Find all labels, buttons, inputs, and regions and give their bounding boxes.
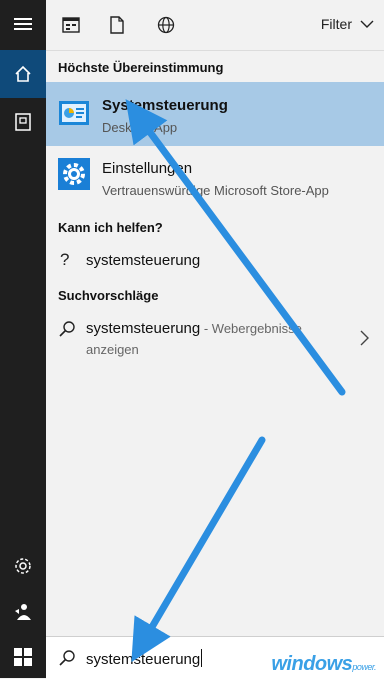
question-mark-icon: ? <box>60 250 70 269</box>
filter-button[interactable]: Filter <box>321 16 374 32</box>
filter-label: Filter <box>320 16 352 32</box>
home-button[interactable] <box>0 50 46 98</box>
help-item-label: systemsteuerung <box>86 252 201 269</box>
document-icon <box>110 16 124 34</box>
windows-logo-icon <box>14 648 32 666</box>
best-match-heading: Höchste Übereinstimmung <box>58 60 224 75</box>
suggestion-query: systemsteuerung <box>86 320 201 337</box>
scope-documents-button[interactable] <box>105 13 129 37</box>
search-icon <box>59 650 75 666</box>
start-button[interactable] <box>0 636 46 678</box>
watermark-main: windows <box>271 653 353 675</box>
help-item[interactable]: ? systemsteuerung <box>46 244 384 278</box>
web-suggestion-item[interactable]: systemsteuerung - Webergebnisse anzeigen <box>46 312 384 364</box>
result-title: Einstellungen <box>102 160 193 177</box>
left-rail <box>0 0 46 678</box>
search-input[interactable]: systemsteuerung <box>86 649 203 668</box>
scope-apps-button[interactable] <box>59 13 83 37</box>
control-panel-icon <box>59 101 89 125</box>
search-input-value: systemsteuerung <box>86 651 201 668</box>
suggestion-suffix: - Webergebnisse <box>200 321 302 336</box>
home-icon <box>15 65 31 82</box>
hamburger-menu-button[interactable] <box>0 0 46 48</box>
suggestion-text: systemsteuerung - Webergebnisse <box>86 320 302 337</box>
search-results-panel: Filter Höchste Übereinstimmung Systemste… <box>46 0 384 636</box>
watermark-logo: windowspower. <box>271 653 376 676</box>
notebook-icon <box>15 113 31 131</box>
chevron-right-icon[interactable] <box>360 330 370 346</box>
chevron-down-icon <box>360 20 374 28</box>
gear-icon <box>15 558 31 574</box>
text-caret <box>201 649 203 667</box>
scope-web-button[interactable] <box>154 13 178 37</box>
settings-button[interactable] <box>0 542 46 590</box>
help-heading: Kann ich helfen? <box>58 220 163 235</box>
apps-icon <box>62 17 80 33</box>
watermark-small: power. <box>352 662 376 672</box>
result-item-settings[interactable]: Einstellungen Vertrauenswürdige Microsof… <box>46 148 384 204</box>
hamburger-icon <box>14 18 32 30</box>
suggestions-heading: Suchvorschläge <box>58 288 159 303</box>
search-scope-bar: Filter <box>46 0 384 51</box>
best-match-subtitle: Desktop-App <box>102 120 178 135</box>
globe-icon <box>157 16 175 34</box>
result-subtitle: Vertrauenswürdige Microsoft Store-App <box>102 183 329 198</box>
best-match-result[interactable]: Systemsteuerung Desktop-App <box>46 82 384 146</box>
best-match-title: Systemsteuerung <box>102 97 228 114</box>
feedback-button[interactable] <box>0 588 46 636</box>
feedback-icon <box>15 604 31 620</box>
settings-app-icon <box>58 158 90 190</box>
suggestion-line2: anzeigen <box>86 342 139 357</box>
notebook-button[interactable] <box>0 98 46 146</box>
search-icon <box>59 321 75 337</box>
search-box[interactable]: systemsteuerung windowspower. <box>46 636 384 679</box>
